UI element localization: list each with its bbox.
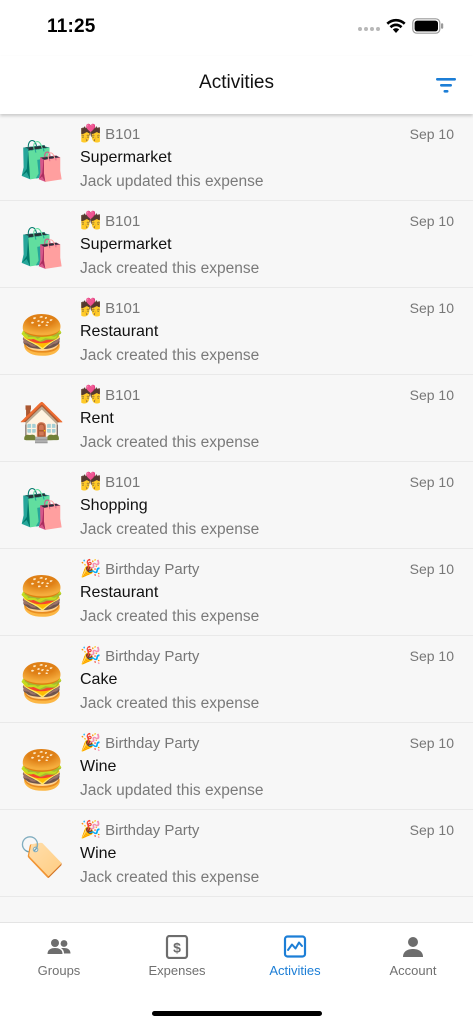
activity-group: 💏 B101 — [80, 210, 140, 232]
activity-group-name: Birthday Party — [105, 821, 200, 839]
activity-group: 💏 B101 — [80, 123, 140, 145]
activity-title: Rent — [80, 410, 114, 427]
burger-icon: 🍔 — [18, 750, 66, 792]
party-popper-icon: 🎉 — [80, 820, 102, 839]
activity-group-name: B101 — [105, 473, 141, 491]
price-tag-icon: 🏷️ — [18, 837, 66, 879]
party-popper-icon: 🎉 — [80, 646, 102, 665]
activity-row[interactable]: 🍔 🎉 Birthday Party Sep 10 Cake Jack crea… — [0, 636, 473, 723]
home-indicator — [152, 1011, 322, 1016]
activity-row[interactable]: 🏷️ 🎉 Birthday Party Sep 10 Wine Jack cre… — [0, 810, 473, 897]
burger-icon: 🍔 — [18, 576, 66, 618]
shopping-bags-icon: 🛍️ — [18, 489, 66, 531]
activity-row[interactable]: 🛍️ 💏 B101 Sep 10 Supermarket Jack update… — [0, 114, 473, 201]
tab-activities[interactable]: Activities — [236, 923, 354, 983]
activity-list[interactable]: 🛍️ 💏 B101 Sep 10 Supermarket Jack update… — [0, 114, 473, 922]
groups-icon — [47, 939, 71, 954]
activity-group: 🎉 Birthday Party — [80, 558, 199, 580]
activity-row[interactable]: 🛍️ 💏 B101 Sep 10 Supermarket Jack create… — [0, 201, 473, 288]
activity-date: Sep 10 — [409, 213, 454, 229]
activity-description: Jack created this expense — [80, 608, 260, 625]
party-popper-icon: 🎉 — [80, 733, 102, 752]
activity-title: Restaurant — [80, 323, 159, 340]
activity-date: Sep 10 — [409, 648, 454, 664]
activity-title: Wine — [80, 845, 117, 862]
activity-group: 🎉 Birthday Party — [80, 645, 199, 667]
activity-title: Supermarket — [80, 236, 172, 253]
activity-title: Restaurant — [80, 584, 159, 601]
party-popper-icon: 🎉 — [80, 559, 102, 578]
activity-date: Sep 10 — [409, 126, 454, 142]
header: Activities — [0, 56, 473, 114]
activity-description: Jack updated this expense — [80, 782, 264, 799]
status-time: 11:25 — [47, 16, 96, 37]
activity-title: Shopping — [80, 497, 148, 514]
kiss-emoji-icon: 💏 — [80, 385, 102, 404]
activity-date: Sep 10 — [409, 474, 454, 490]
tab-label: Groups — [37, 963, 81, 978]
activity-description: Jack created this expense — [80, 695, 260, 712]
activity-group-name: Birthday Party — [105, 560, 200, 578]
person-icon — [403, 937, 423, 957]
activity-row[interactable]: 🍔 💏 B101 Sep 10 Restaurant Jack created … — [0, 288, 473, 375]
activity-date: Sep 10 — [409, 387, 454, 403]
activity-group-name: B101 — [105, 386, 141, 404]
tab-label: Account — [389, 963, 437, 978]
activity-row[interactable]: 🍔 🎉 Birthday Party Sep 10 Wine Jack upda… — [0, 723, 473, 810]
activity-description: Jack created this expense — [80, 869, 260, 886]
activity-description: Jack created this expense — [80, 347, 260, 364]
activity-title: Wine — [80, 758, 117, 775]
activity-date: Sep 10 — [409, 735, 454, 751]
activity-group-name: B101 — [105, 299, 141, 317]
activity-description: Jack created this expense — [80, 434, 260, 451]
activity-description: Jack created this expense — [80, 260, 260, 277]
activity-group: 🎉 Birthday Party — [80, 819, 199, 841]
activity-group-name: Birthday Party — [105, 647, 200, 665]
page-title: Activities — [199, 72, 274, 93]
activity-group-name: B101 — [105, 125, 141, 143]
house-icon: 🏠 — [18, 402, 66, 444]
kiss-emoji-icon: 💏 — [80, 298, 102, 317]
tab-label: Activities — [269, 963, 321, 978]
kiss-emoji-icon: 💏 — [80, 124, 102, 143]
activity-title: Supermarket — [80, 149, 172, 166]
activity-row[interactable]: 🛍️ 💏 B101 Sep 10 Shopping Jack created t… — [0, 462, 473, 549]
activity-group: 💏 B101 — [80, 471, 140, 493]
activity-chart-icon — [283, 935, 307, 958]
tab-groups[interactable]: Groups — [0, 923, 118, 983]
kiss-emoji-icon: 💏 — [80, 472, 102, 491]
burger-icon: 🍔 — [18, 663, 66, 705]
activity-group-name: B101 — [105, 212, 141, 230]
activity-title: Cake — [80, 671, 118, 688]
svg-text:$: $ — [173, 940, 181, 956]
filter-icon[interactable] — [434, 74, 458, 96]
activity-group: 🎉 Birthday Party — [80, 732, 199, 754]
dollar-receipt-icon: $ — [165, 935, 189, 959]
activity-group: 💏 B101 — [80, 297, 140, 319]
activity-date: Sep 10 — [409, 561, 454, 577]
kiss-emoji-icon: 💏 — [80, 211, 102, 230]
shopping-bags-icon: 🛍️ — [18, 141, 66, 183]
tab-bar: Groups $ Expenses Activities Account — [0, 922, 473, 1024]
cellular-signal-icon — [358, 27, 380, 33]
wifi-icon — [386, 18, 406, 33]
tab-account[interactable]: Account — [354, 923, 472, 983]
activity-date: Sep 10 — [409, 822, 454, 838]
activity-description: Jack updated this expense — [80, 173, 264, 190]
burger-icon: 🍔 — [18, 315, 66, 357]
battery-icon — [412, 18, 444, 34]
activity-row[interactable]: 🍔 🎉 Birthday Party Sep 10 Restaurant Jac… — [0, 549, 473, 636]
activity-description: Jack created this expense — [80, 521, 260, 538]
activity-date: Sep 10 — [409, 300, 454, 316]
activity-group-name: Birthday Party — [105, 734, 200, 752]
status-bar: 11:25 — [0, 0, 473, 56]
tab-expenses[interactable]: $ Expenses — [118, 923, 236, 983]
tab-label: Expenses — [148, 963, 206, 978]
activity-group: 💏 B101 — [80, 384, 140, 406]
activity-row[interactable]: 🏠 💏 B101 Sep 10 Rent Jack created this e… — [0, 375, 473, 462]
shopping-bags-icon: 🛍️ — [18, 228, 66, 270]
